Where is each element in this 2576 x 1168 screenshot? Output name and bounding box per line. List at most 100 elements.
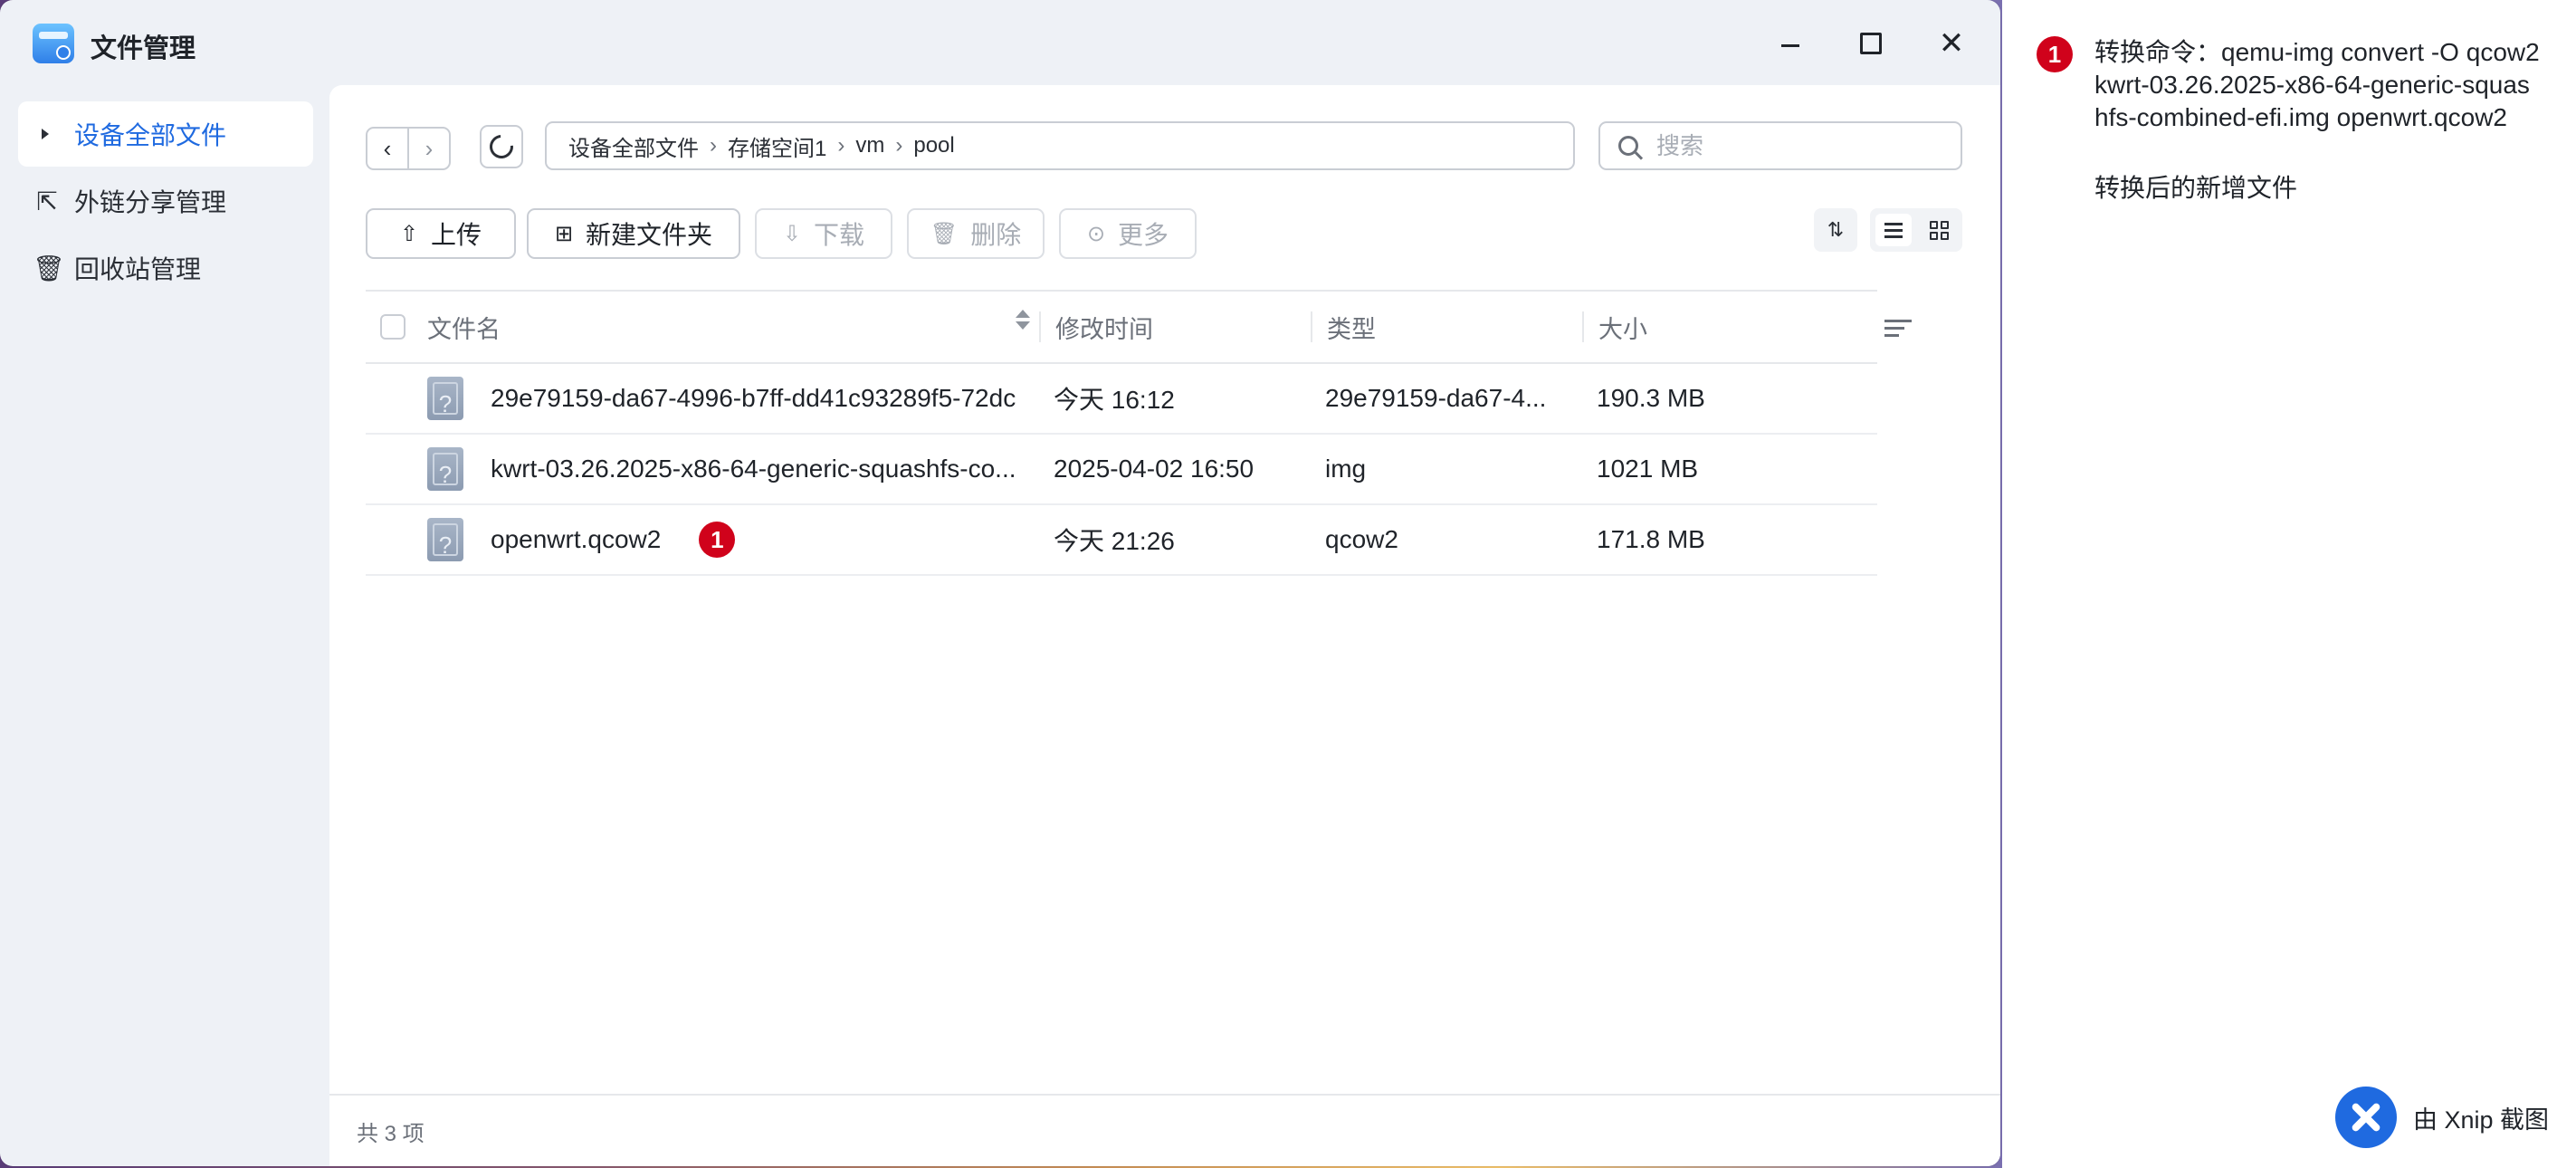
- title-bar: 文件管理 ✕: [0, 0, 2000, 85]
- breadcrumb-item[interactable]: pool: [913, 133, 954, 158]
- minimize-button[interactable]: [1772, 25, 1808, 62]
- file-name: openwrt.qcow2: [491, 525, 662, 553]
- file-time: 2025-04-02 16:50: [1054, 455, 1255, 483]
- breadcrumb-separator: ›: [710, 133, 717, 158]
- delete-button[interactable]: 🗑 删除: [907, 208, 1045, 259]
- header-type[interactable]: 类型: [1311, 311, 1582, 343]
- breadcrumb-item[interactable]: 存储空间1: [728, 130, 826, 162]
- item-count: 共 3 项: [357, 1121, 425, 1146]
- breadcrumb-separator: ›: [895, 133, 903, 158]
- download-icon: ⇩: [782, 221, 802, 246]
- column-settings-button[interactable]: [1884, 310, 1921, 346]
- table-row[interactable]: ? 29e79159-da67-4996-b7ff-dd41c93289f5-7…: [366, 364, 1877, 435]
- minimize-icon: [1781, 43, 1799, 47]
- file-name-cell: ? openwrt.qcow2 1: [366, 518, 1039, 561]
- file-type: 29e79159-da67-4...: [1325, 384, 1547, 412]
- table-row[interactable]: ? openwrt.qcow2 1 今天 21:26 qcow2 171.8 M…: [366, 505, 1877, 576]
- watermark-text: 由 Xnip 截图: [2413, 1106, 2550, 1134]
- folder-plus-icon: ⊞: [554, 221, 574, 246]
- status-bar: 共 3 项: [329, 1094, 2000, 1166]
- upload-label: 上传: [431, 221, 482, 249]
- sort-arrows-icon: [1016, 309, 1030, 330]
- search-icon: [1618, 136, 1638, 156]
- sidebar-item-all-files[interactable]: 设备全部文件: [18, 101, 313, 167]
- unknown-file-icon: ?: [427, 518, 463, 561]
- close-button[interactable]: ✕: [1933, 25, 1970, 62]
- header-time[interactable]: 修改时间: [1039, 311, 1311, 343]
- sidebar-item-label: 回收站管理: [74, 255, 202, 283]
- delete-label: 删除: [970, 221, 1022, 249]
- trash-icon: 🗑: [33, 254, 65, 282]
- header-size[interactable]: 大小: [1582, 311, 1827, 343]
- file-table: 文件名 修改时间 类型 大小 ? 29e79159-da67-4996-b7ff…: [366, 290, 1877, 576]
- table-row[interactable]: ? kwrt-03.26.2025-x86-64-generic-squashf…: [366, 435, 1877, 505]
- sort-icon: ⇅: [1827, 218, 1845, 241]
- history-nav: ‹ ›: [366, 127, 451, 170]
- share-link-icon: ⇱: [36, 187, 58, 215]
- window-title: 文件管理: [91, 34, 196, 63]
- file-manager-app-icon: [33, 24, 74, 63]
- annotation-note: 转换后的新增文件: [2094, 174, 2298, 202]
- sidebar-item-label: 外链分享管理: [74, 188, 227, 216]
- download-button[interactable]: ⇩ 下载: [755, 208, 892, 259]
- more-icon: ⊙: [1086, 221, 1106, 246]
- file-name: kwrt-03.26.2025-x86-64-generic-squashfs-…: [491, 455, 1016, 483]
- file-type: img: [1325, 455, 1367, 483]
- search-input[interactable]: [1655, 130, 1948, 161]
- caret-right-icon: [42, 129, 49, 139]
- file-size: 171.8 MB: [1597, 525, 1705, 553]
- header-name-label: 文件名: [427, 315, 501, 343]
- refresh-button[interactable]: [480, 125, 523, 168]
- grid-view-button[interactable]: [1922, 214, 1958, 246]
- refresh-icon: [484, 129, 519, 164]
- annotation-command: 转换命令：qemu-img convert -O qcow2 kwrt-03.2…: [2094, 38, 2540, 131]
- xnip-logo-icon: [2335, 1087, 2397, 1148]
- view-switcher: [1870, 208, 1962, 252]
- file-time: 今天 16:12: [1054, 386, 1175, 414]
- annotation-badge: 1: [2037, 36, 2073, 72]
- maximize-icon: [1860, 33, 1882, 54]
- file-size: 190.3 MB: [1597, 384, 1705, 412]
- sort-button[interactable]: ⇅: [1814, 208, 1857, 252]
- unknown-file-icon: ?: [427, 447, 463, 491]
- breadcrumb-item[interactable]: vm: [855, 133, 884, 158]
- sidebar-item-share-links[interactable]: ⇱ 外链分享管理: [18, 168, 313, 234]
- list-view-button[interactable]: [1875, 214, 1912, 246]
- new-folder-label: 新建文件夹: [586, 221, 713, 249]
- upload-button[interactable]: ⇧ 上传: [366, 208, 516, 259]
- file-name-cell: ? 29e79159-da67-4996-b7ff-dd41c93289f5-7…: [366, 377, 1039, 420]
- download-label: 下载: [814, 221, 865, 249]
- list-view-icon: [1884, 222, 1903, 238]
- search-box[interactable]: [1598, 121, 1962, 170]
- new-folder-button[interactable]: ⊞ 新建文件夹: [527, 208, 740, 259]
- table-header: 文件名 修改时间 类型 大小: [366, 290, 1877, 364]
- sidebar-item-label: 设备全部文件: [74, 121, 227, 149]
- annotation-badge: 1: [699, 522, 736, 558]
- file-size: 1021 MB: [1597, 455, 1699, 483]
- breadcrumb: 设备全部文件 › 存储空间1 › vm › pool: [545, 121, 1575, 170]
- header-name[interactable]: 文件名: [366, 309, 1039, 345]
- xnip-watermark: 由 Xnip 截图: [2335, 1087, 2549, 1148]
- file-name: 29e79159-da67-4996-b7ff-dd41c93289f5-72d…: [491, 384, 1016, 412]
- sidebar-item-recycle-bin[interactable]: 🗑 回收站管理: [18, 235, 313, 301]
- file-type: qcow2: [1325, 525, 1398, 553]
- unknown-file-icon: ?: [427, 377, 463, 420]
- back-button[interactable]: ‹: [367, 129, 407, 168]
- file-name-cell: ? kwrt-03.26.2025-x86-64-generic-squashf…: [366, 447, 1039, 491]
- more-label: 更多: [1118, 221, 1169, 249]
- file-time: 今天 21:26: [1054, 527, 1175, 555]
- breadcrumb-item[interactable]: 设备全部文件: [568, 130, 699, 162]
- annotation-panel: 1 转换命令：qemu-img convert -O qcow2 kwrt-03…: [2037, 36, 2543, 205]
- trash-icon: 🗑: [930, 221, 959, 246]
- forward-button[interactable]: ›: [407, 129, 449, 168]
- main-panel: ‹ › 设备全部文件 › 存储空间1 › vm › pool ⇧ 上传 ⊞ 新建…: [329, 85, 2000, 1166]
- column-settings-icon: [1884, 319, 1912, 322]
- upload-icon: ⇧: [399, 221, 419, 246]
- maximize-button[interactable]: [1853, 25, 1889, 62]
- grid-view-icon: [1930, 220, 1949, 240]
- select-all-checkbox[interactable]: [380, 314, 405, 340]
- file-manager-window: 文件管理 ✕ 设备全部文件 ⇱ 外链分享管理 🗑 回收站管理 ‹ › 设备全部文…: [0, 0, 2000, 1166]
- more-button[interactable]: ⊙ 更多: [1059, 208, 1197, 259]
- breadcrumb-separator: ›: [837, 133, 845, 158]
- sidebar: 设备全部文件 ⇱ 外链分享管理 🗑 回收站管理: [0, 85, 329, 1166]
